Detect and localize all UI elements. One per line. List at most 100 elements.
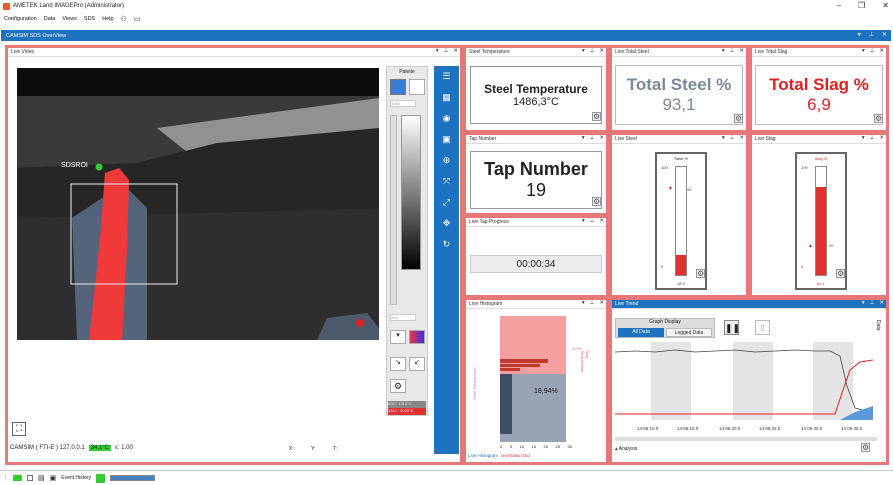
event-history-label[interactable]: Event History: [61, 475, 91, 481]
pause-icon[interactable]: ❚❚: [724, 320, 740, 335]
palette-list-icon[interactable]: [409, 79, 425, 95]
thermo-fill: [676, 254, 686, 275]
close-icon[interactable]: ✕: [599, 48, 604, 54]
pin-icon[interactable]: ⊥: [869, 31, 874, 38]
dropdown-icon[interactable]: ▾: [722, 135, 725, 141]
all-data-button[interactable]: All Data: [618, 328, 664, 337]
disk-icon[interactable]: ▣: [50, 474, 57, 482]
colormap-icon[interactable]: [409, 330, 425, 344]
menu-sds[interactable]: SDS: [84, 16, 95, 22]
pin-icon[interactable]: ⊥: [870, 300, 875, 306]
pin-icon[interactable]: ⊥: [590, 48, 595, 54]
move-icon[interactable]: ✥: [434, 213, 459, 234]
window-icon[interactable]: [27, 475, 33, 481]
status-icon[interactable]: [13, 475, 22, 481]
pin-icon[interactable]: ⊥: [590, 218, 595, 224]
close-icon[interactable]: ✕: [879, 300, 884, 306]
tool-icon[interactable]: ↘: [390, 357, 406, 371]
dropdown-icon[interactable]: ▾: [722, 48, 725, 54]
dropdown-icon[interactable]: ▾: [862, 300, 865, 306]
close-icon[interactable]: ✕: [599, 300, 604, 306]
fullscreen-icon[interactable]: ⛶: [12, 422, 26, 436]
thermal-video[interactable]: SDSROI: [17, 68, 379, 340]
close-button[interactable]: ✕: [882, 1, 889, 10]
dropdown-icon[interactable]: ▾: [582, 135, 585, 141]
tick: 5: [509, 444, 512, 449]
time-tick: 14:06:25.0: [759, 426, 781, 431]
dropdown-icon[interactable]: ▾: [436, 48, 439, 54]
pin-icon[interactable]: ⊥: [444, 48, 449, 54]
close-icon[interactable]: ✕: [879, 135, 884, 141]
roi-label[interactable]: SDSROI: [61, 162, 88, 169]
gear-icon[interactable]: ⚙: [874, 114, 883, 123]
trend-scrollbar[interactable]: [615, 437, 877, 441]
menu-views[interactable]: Views: [62, 16, 77, 22]
palette-top-value[interactable]: 1060: [390, 100, 416, 107]
tab-userdata-grid[interactable]: UserData Grid: [501, 453, 530, 458]
menu-dots-icon[interactable]: ⋮: [3, 475, 8, 481]
logged-data-button[interactable]: Logged Data: [666, 328, 712, 337]
close-icon[interactable]: ✕: [739, 48, 744, 54]
overview-title: CAMSIM SDS OverView: [6, 32, 67, 39]
gear-icon[interactable]: ⚙: [836, 269, 845, 278]
palette-icon[interactable]: ◉: [434, 108, 459, 129]
dropdown-icon[interactable]: ▾: [582, 48, 585, 54]
dropdown-icon[interactable]: ▾: [582, 218, 585, 224]
close-icon[interactable]: ✕: [599, 218, 604, 224]
palette-title: Palette: [399, 69, 415, 75]
close-icon[interactable]: ✕: [599, 135, 604, 141]
zoom-in-icon[interactable]: ⊕: [434, 150, 459, 171]
camera-icon[interactable]: ▤: [38, 474, 45, 482]
pin-icon[interactable]: ⊥: [870, 135, 875, 141]
flip-icon[interactable]: ▾: [390, 330, 406, 344]
histogram-plot: 18,94%: [500, 316, 566, 442]
emissivity-label: ε: 1.00: [115, 445, 133, 451]
close-icon[interactable]: ✕: [879, 48, 884, 54]
thermo-title: Slag %: [814, 156, 828, 161]
image-icon[interactable]: ▣: [434, 129, 459, 150]
minimize-button[interactable]: –: [837, 1, 841, 10]
pin-icon[interactable]: ⊥: [590, 135, 595, 141]
palette-bottom-value[interactable]: 254: [390, 314, 416, 321]
document-icon[interactable]: ▯: [755, 320, 770, 335]
gear-icon[interactable]: ⚙: [696, 269, 705, 278]
palette-select-icon[interactable]: [390, 79, 406, 95]
palette-slider[interactable]: [390, 115, 397, 305]
x-coord: X:: [289, 446, 294, 452]
maximize-button[interactable]: ❐: [858, 1, 865, 10]
dropdown-icon[interactable]: ▾: [858, 31, 861, 38]
pin-icon[interactable]: ⊥: [590, 300, 595, 306]
dropdown-icon[interactable]: ▾: [582, 300, 585, 306]
menu-help[interactable]: Help: [102, 16, 113, 22]
menu-configuration[interactable]: Configuration: [4, 16, 37, 22]
user-icon[interactable]: ⚇: [121, 15, 127, 23]
analysis-toggle[interactable]: ▴ Analysis: [615, 446, 637, 452]
temp-badge: 34,1°C: [88, 445, 112, 451]
pin-icon[interactable]: ⊥: [730, 48, 735, 54]
close-icon[interactable]: ✕: [739, 135, 744, 141]
data-side-tab[interactable]: Data: [875, 320, 881, 331]
pin-icon[interactable]: ⊥: [870, 48, 875, 54]
gear-icon[interactable]: ⚙: [734, 114, 743, 123]
gear-icon[interactable]: ⚙: [592, 197, 601, 206]
panel-title: Live Tap Progress: [469, 219, 509, 225]
dropdown-icon[interactable]: ▾: [862, 48, 865, 54]
close-icon[interactable]: ✕: [453, 48, 458, 54]
monitor-icon[interactable]: ▭: [134, 15, 141, 23]
menu-icon[interactable]: ☰: [434, 66, 459, 87]
fit-icon[interactable]: ⤧: [434, 171, 459, 192]
tab-live-histogram[interactable]: Live Histogram: [468, 453, 498, 458]
grid-icon[interactable]: ▦: [434, 87, 459, 108]
tick: 30: [567, 444, 572, 449]
gear-icon[interactable]: ⚙: [390, 379, 406, 393]
expand-icon[interactable]: ⤢: [434, 192, 459, 213]
range-2: 1311 - 2020°C: [388, 408, 426, 415]
dropdown-icon[interactable]: ▾: [862, 135, 865, 141]
rotate-icon[interactable]: ↻: [434, 234, 459, 255]
gear-icon[interactable]: ⚙: [592, 112, 601, 121]
close-icon[interactable]: ✕: [882, 31, 887, 38]
pin-icon[interactable]: ⊥: [730, 135, 735, 141]
menu-data[interactable]: Data: [44, 16, 56, 22]
gear-icon[interactable]: ⚙: [861, 443, 870, 452]
tool2-icon[interactable]: ↙: [409, 357, 425, 371]
